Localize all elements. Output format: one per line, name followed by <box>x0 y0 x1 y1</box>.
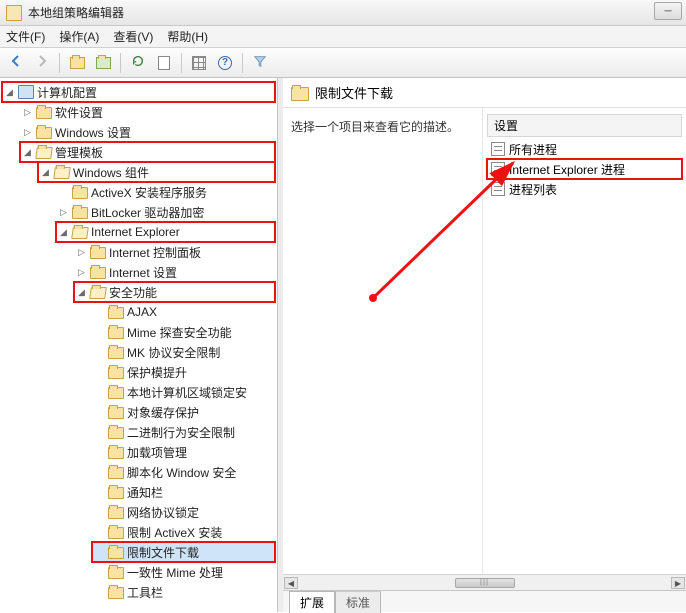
tree-node-bitlocker[interactable]: ▷BitLocker 驱动器加密 <box>56 202 275 222</box>
tree-node-binary-behavior[interactable]: 二进制行为安全限制 <box>92 422 275 442</box>
computer-icon <box>18 85 34 99</box>
minimize-button[interactable]: ─ <box>654 2 682 20</box>
tree-node-ie-settings[interactable]: ▷Internet 设置 <box>74 262 275 282</box>
folder-icon <box>72 187 88 199</box>
folder-icon <box>36 107 52 119</box>
folder-icon <box>108 587 124 599</box>
policy-icon <box>491 142 505 156</box>
folder-icon <box>108 347 124 359</box>
folder-icon <box>108 567 124 579</box>
tree-node-notification-bar[interactable]: 通知栏 <box>92 482 275 502</box>
tree-node-activex[interactable]: ▷ActiveX 安装程序服务 <box>56 182 275 202</box>
folder-open-icon <box>89 287 107 299</box>
tree-node-software-settings[interactable]: ▷软件设置 <box>20 102 275 122</box>
folder-icon <box>108 307 124 319</box>
settings-column: 设置 所有进程 Internet Explorer 进程 进程列表 <box>483 108 686 574</box>
settings-column-header[interactable]: 设置 <box>487 114 682 137</box>
tree-node-consistent-mime[interactable]: 一致性 Mime 处理 <box>92 562 275 582</box>
app-icon <box>6 5 22 21</box>
folder-icon <box>108 327 124 339</box>
folder-open-icon <box>35 147 53 159</box>
setting-all-processes[interactable]: 所有进程 <box>487 139 682 159</box>
scroll-left-button[interactable]: ◀ <box>284 577 298 589</box>
content-pane: 限制文件下载 选择一个项目来查看它的描述。 设置 所有进程 Internet E… <box>283 78 686 612</box>
folder-icon <box>291 87 309 101</box>
filter-button[interactable] <box>248 51 272 75</box>
toolbar: ? <box>0 48 686 78</box>
scroll-thumb[interactable] <box>455 578 515 588</box>
toolbar-separator <box>242 53 243 73</box>
menu-file[interactable]: 文件(F) <box>6 28 45 45</box>
back-button[interactable] <box>4 51 28 75</box>
folder-open-icon <box>53 167 71 179</box>
menubar: 文件(F) 操作(A) 查看(V) 帮助(H) <box>0 26 686 48</box>
tree-node-network-proto-lock[interactable]: 网络协议锁定 <box>92 502 275 522</box>
properties-button[interactable] <box>187 51 211 75</box>
folder-icon <box>36 127 52 139</box>
folder-icon <box>108 547 124 559</box>
forward-button[interactable] <box>30 51 54 75</box>
folder-icon <box>72 207 88 219</box>
folder-icon <box>108 427 124 439</box>
folder-icon <box>108 447 124 459</box>
horizontal-scrollbar[interactable]: ◀ ▶ <box>283 574 686 590</box>
tree-node-local-zone-lock[interactable]: 本地计算机区域锁定安 <box>92 382 275 402</box>
tree-node-security-features[interactable]: ◢安全功能 <box>74 282 275 302</box>
show-hide-tree-button[interactable] <box>91 51 115 75</box>
tab-extended[interactable]: 扩展 <box>289 591 335 613</box>
up-button[interactable] <box>65 51 89 75</box>
tree-node-windows-settings[interactable]: ▷Windows 设置 <box>20 122 275 142</box>
tree-node-computer-config[interactable]: ◢ 计算机配置 <box>2 82 275 102</box>
policy-icon <box>491 182 505 196</box>
tree-node-internet-explorer[interactable]: ◢Internet Explorer <box>56 222 275 242</box>
folder-icon <box>108 487 124 499</box>
help-button[interactable]: ? <box>213 51 237 75</box>
description-column: 选择一个项目来查看它的描述。 <box>283 108 483 574</box>
menu-view[interactable]: 查看(V) <box>113 28 153 45</box>
export-list-button[interactable] <box>152 51 176 75</box>
tab-standard[interactable]: 标准 <box>335 591 381 613</box>
folder-icon <box>108 527 124 539</box>
tree-node-protect-elevation[interactable]: 保护模提升 <box>92 362 275 382</box>
menu-action[interactable]: 操作(A) <box>59 28 99 45</box>
tree-node-ajax[interactable]: AJAX <box>92 302 275 322</box>
tree-node-ie-control-panel[interactable]: ▷Internet 控制面板 <box>74 242 275 262</box>
tree-node-object-cache[interactable]: 对象缓存保护 <box>92 402 275 422</box>
setting-ie-processes[interactable]: Internet Explorer 进程 <box>487 159 682 179</box>
titlebar: 本地组策略编辑器 ─ <box>0 0 686 26</box>
content-header: 限制文件下载 <box>283 78 686 108</box>
folder-icon <box>90 247 106 259</box>
refresh-button[interactable] <box>126 51 150 75</box>
tree-node-restrict-activex[interactable]: 限制 ActiveX 安装 <box>92 522 275 542</box>
folder-icon <box>108 387 124 399</box>
setting-process-list[interactable]: 进程列表 <box>487 179 682 199</box>
menu-help[interactable]: 帮助(H) <box>167 28 208 45</box>
folder-icon <box>108 507 124 519</box>
window-title: 本地组策略编辑器 <box>28 4 124 21</box>
folder-icon <box>90 267 106 279</box>
tree-node-windows-components[interactable]: ◢Windows 组件 <box>38 162 275 182</box>
scroll-right-button[interactable]: ▶ <box>671 577 685 589</box>
folder-open-icon <box>71 227 89 239</box>
view-tabs: 扩展 标准 <box>283 590 686 612</box>
tree-node-restrict-download[interactable]: 限制文件下载 <box>92 542 275 562</box>
tree-node-scripted-window[interactable]: 脚本化 Window 安全 <box>92 462 275 482</box>
tree-pane: ◢ 计算机配置 ▷软件设置 ▷Windows 设置 ◢管理模板 ◢Windows… <box>0 78 278 612</box>
toolbar-separator <box>120 53 121 73</box>
description-text: 选择一个项目来查看它的描述。 <box>291 118 474 135</box>
toolbar-separator <box>59 53 60 73</box>
tree-node-addon-mgmt[interactable]: 加载项管理 <box>92 442 275 462</box>
tree-node-toolbar[interactable]: 工具栏 <box>92 582 275 602</box>
content-title: 限制文件下载 <box>315 83 393 102</box>
folder-icon <box>108 407 124 419</box>
folder-icon <box>108 467 124 479</box>
tree-node-mk-protocol[interactable]: MK 协议安全限制 <box>92 342 275 362</box>
policy-icon <box>491 162 505 176</box>
tree-node-admin-templates[interactable]: ◢管理模板 <box>20 142 275 162</box>
tree-node-mime-sniff[interactable]: Mime 探查安全功能 <box>92 322 275 342</box>
toolbar-separator <box>181 53 182 73</box>
main-split: ◢ 计算机配置 ▷软件设置 ▷Windows 设置 ◢管理模板 ◢Windows… <box>0 78 686 612</box>
folder-icon <box>108 367 124 379</box>
